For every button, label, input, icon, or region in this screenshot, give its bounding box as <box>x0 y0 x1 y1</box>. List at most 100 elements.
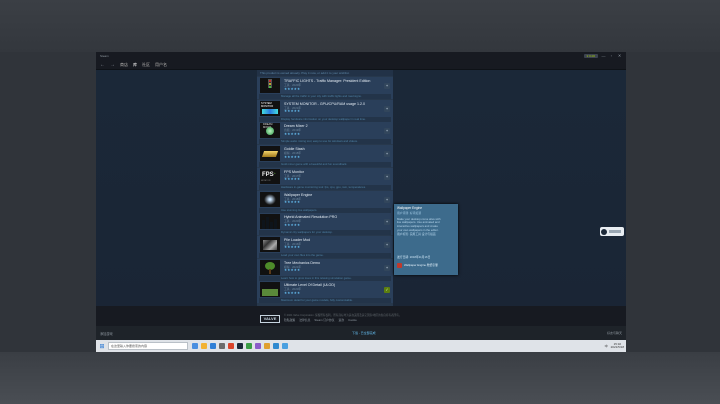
taskbar-app-icon[interactable] <box>201 343 207 349</box>
tab-profile[interactable]: 用户名 <box>155 62 167 68</box>
taskbar-app-icon[interactable] <box>228 343 234 349</box>
minimize-button[interactable]: — <box>601 54 606 58</box>
thumb-label: FPS <box>262 171 274 178</box>
app-description: Learn how to grow trees in this relaxing… <box>259 275 391 281</box>
app-list-panel: This product is owned already. Play it n… <box>257 70 393 306</box>
maximize-button[interactable]: ▫ <box>609 54 614 58</box>
taskbar-app-icon[interactable] <box>264 343 270 349</box>
add-button[interactable]: + <box>384 105 390 112</box>
app-description: Dynamic city wallpapers for your desktop… <box>259 230 391 236</box>
taskbar-app-icon[interactable] <box>246 343 252 349</box>
rating-stars: ★★★★★ <box>284 131 301 136</box>
tab-community[interactable]: 社区 <box>142 62 150 68</box>
taskbar-app-icon[interactable] <box>255 343 261 349</box>
app-description: Load your own files into the game. <box>259 252 391 258</box>
footer-link-cookies[interactable]: Cookie <box>348 318 357 322</box>
add-button[interactable]: + <box>384 219 390 226</box>
app-description: Gold miner game with a beautiful and fun… <box>259 162 391 168</box>
app-thumbnail[interactable] <box>260 214 280 230</box>
tooltip-app-label: Wallpaper Engine 壁纸引擎 <box>404 262 438 267</box>
taskbar: ⊞ 在这里输入你要搜索的内容 中 15:32 2021/5/18 <box>96 340 626 352</box>
widget-bar <box>609 230 621 233</box>
app-description: Simple audio mixing tool, easy to use fo… <box>259 139 391 145</box>
footer-link-privacy[interactable]: 隐私政策 <box>284 318 295 322</box>
title-bar-right: ¥ 0.00 — ▫ ✕ <box>583 54 622 58</box>
outer-background-bottom <box>0 352 720 404</box>
footer-link-ssa[interactable]: Steam 订户协议 <box>314 318 334 322</box>
list-item[interactable]: SYSTEM MONITOR SYSTEM MONITOR - GPU/CPU/R… <box>257 99 393 122</box>
footer-link-legal[interactable]: 法律信息 <box>299 318 310 322</box>
taskbar-search-input[interactable]: 在这里输入你要搜索的内容 <box>108 342 188 350</box>
list-item[interactable]: FPS + MONITOR FPS Monitor 工具 · 2017年 ★★★★★ Har… <box>257 167 393 190</box>
taskbar-app-icon[interactable] <box>192 343 198 349</box>
steam-window: Steam ¥ 0.00 — ▫ ✕ ← → 商店 库 社区 用户名 This … <box>96 52 626 340</box>
app-description: Hardware in-game monitoring tool: fps, c… <box>259 184 391 190</box>
forward-arrow-icon[interactable]: → <box>110 62 115 68</box>
app-description: Display hardware information on your des… <box>259 116 391 122</box>
app-description: Use stunning live wallpapers. <box>259 207 391 213</box>
app-thumbnail[interactable] <box>260 146 280 162</box>
footer-links: 隐私政策 法律信息 Steam 订户协议 退款 Cookie <box>284 318 357 322</box>
steam-icon <box>601 228 607 235</box>
tooltip-release-date: 发行日期: 2018年11月16日 <box>397 255 431 259</box>
app-thumbnail[interactable] <box>260 236 280 252</box>
clock-date: 2021/5/18 <box>610 345 624 349</box>
floating-widget[interactable] <box>600 227 624 236</box>
add-button[interactable]: + <box>384 128 390 135</box>
tab-library[interactable]: 库 <box>133 62 137 68</box>
windows-start-icon[interactable]: ⊞ <box>98 342 106 350</box>
status-bar: 添加游戏 下载 - 已全部完成 好友与聊天 <box>96 326 626 340</box>
taskbar-app-icon[interactable] <box>273 343 279 349</box>
outer-background-right <box>626 52 720 352</box>
footer-link-refunds[interactable]: 退款 <box>338 318 344 322</box>
window-title: Steam <box>100 54 109 58</box>
app-thumbnail[interactable] <box>260 259 280 275</box>
app-thumbnail[interactable]: DREAM MIXER <box>260 123 280 139</box>
app-thumbnail[interactable]: FPS + MONITOR <box>260 168 280 184</box>
app-thumbnail[interactable] <box>260 78 280 93</box>
list-item[interactable]: Hybrid Animated Resolution PRO 工具 · 2020年… <box>257 213 393 236</box>
rating-stars: ★★★★★ <box>284 109 301 114</box>
rating-stars: ★★★★★ <box>284 268 301 273</box>
content-area: This product is owned already. Play it n… <box>96 70 626 306</box>
title-bar: Steam ¥ 0.00 — ▫ ✕ <box>96 52 626 60</box>
add-game-button[interactable]: 添加游戏 <box>100 331 113 336</box>
add-button[interactable]: + <box>384 264 390 271</box>
add-button[interactable]: + <box>384 196 390 203</box>
app-description: Manage all the traffic in your city with… <box>259 94 391 99</box>
list-item[interactable]: Goldie Stash 模拟 · 2018年 ★★★★★ Gold miner ga… <box>257 145 393 168</box>
add-button[interactable]: + <box>384 151 390 158</box>
add-button[interactable]: + <box>384 83 390 89</box>
app-thumbnail[interactable]: SYSTEM MONITOR <box>260 100 280 116</box>
valve-logo[interactable]: VALVE <box>260 315 280 323</box>
rating-stars: ★★★★★ <box>284 200 301 204</box>
add-button[interactable]: + <box>384 173 390 180</box>
list-item[interactable]: TRAFFIC LIGHTS - Traffic Manager: Presid… <box>257 77 393 99</box>
tab-store[interactable]: 商店 <box>120 62 128 68</box>
taskbar-app-icons <box>192 343 288 349</box>
app-thumbnail[interactable] <box>260 282 280 298</box>
taskbar-app-icon[interactable] <box>282 343 288 349</box>
friends-chat-button[interactable]: 好友与聊天 <box>607 331 622 335</box>
app-thumbnail[interactable] <box>260 191 280 207</box>
footer-legal-text: © 2021 Valve Corporation. 保留所有权利。所有商标均为其… <box>284 314 402 317</box>
list-item[interactable]: Ultimate Level Of Detail (ULOD) 工具 · 2020… <box>257 281 393 304</box>
list-item[interactable]: DREAM MIXERDream Mixer 2音频 · 2019年★★★★★S… <box>257 122 393 145</box>
language-indicator[interactable]: 中 <box>605 344 608 348</box>
close-button[interactable]: ✕ <box>617 54 622 58</box>
taskbar-app-icon[interactable] <box>219 343 225 349</box>
list-item[interactable]: Tree Mechanics Demo 模拟 · 2021年 ★★★★★ Learn … <box>257 258 393 281</box>
clock[interactable]: 15:32 2021/5/18 <box>610 342 624 350</box>
wallet-balance[interactable]: ¥ 0.00 <box>583 54 598 58</box>
app-description: Maximum detail for your game models, ful… <box>259 298 391 304</box>
thumb-label: SYSTEM MONITOR <box>261 101 274 108</box>
installed-check-button[interactable]: ✓ <box>384 287 390 294</box>
add-button[interactable]: + <box>384 241 390 248</box>
taskbar-app-icon[interactable] <box>210 343 216 349</box>
downloads-status[interactable]: 下载 - 已全部完成 <box>352 331 376 335</box>
rating-stars: ★★★★★ <box>284 154 301 159</box>
taskbar-app-icon[interactable] <box>237 343 243 349</box>
list-item[interactable]: Pile Loader Mod 工具 · 2016年 ★★★★★ Load your … <box>257 235 393 258</box>
back-arrow-icon[interactable]: ← <box>100 62 105 68</box>
list-item[interactable]: Wallpaper Engine 工具 · 2018年 ★★★★★ Use stunn… <box>257 190 393 213</box>
